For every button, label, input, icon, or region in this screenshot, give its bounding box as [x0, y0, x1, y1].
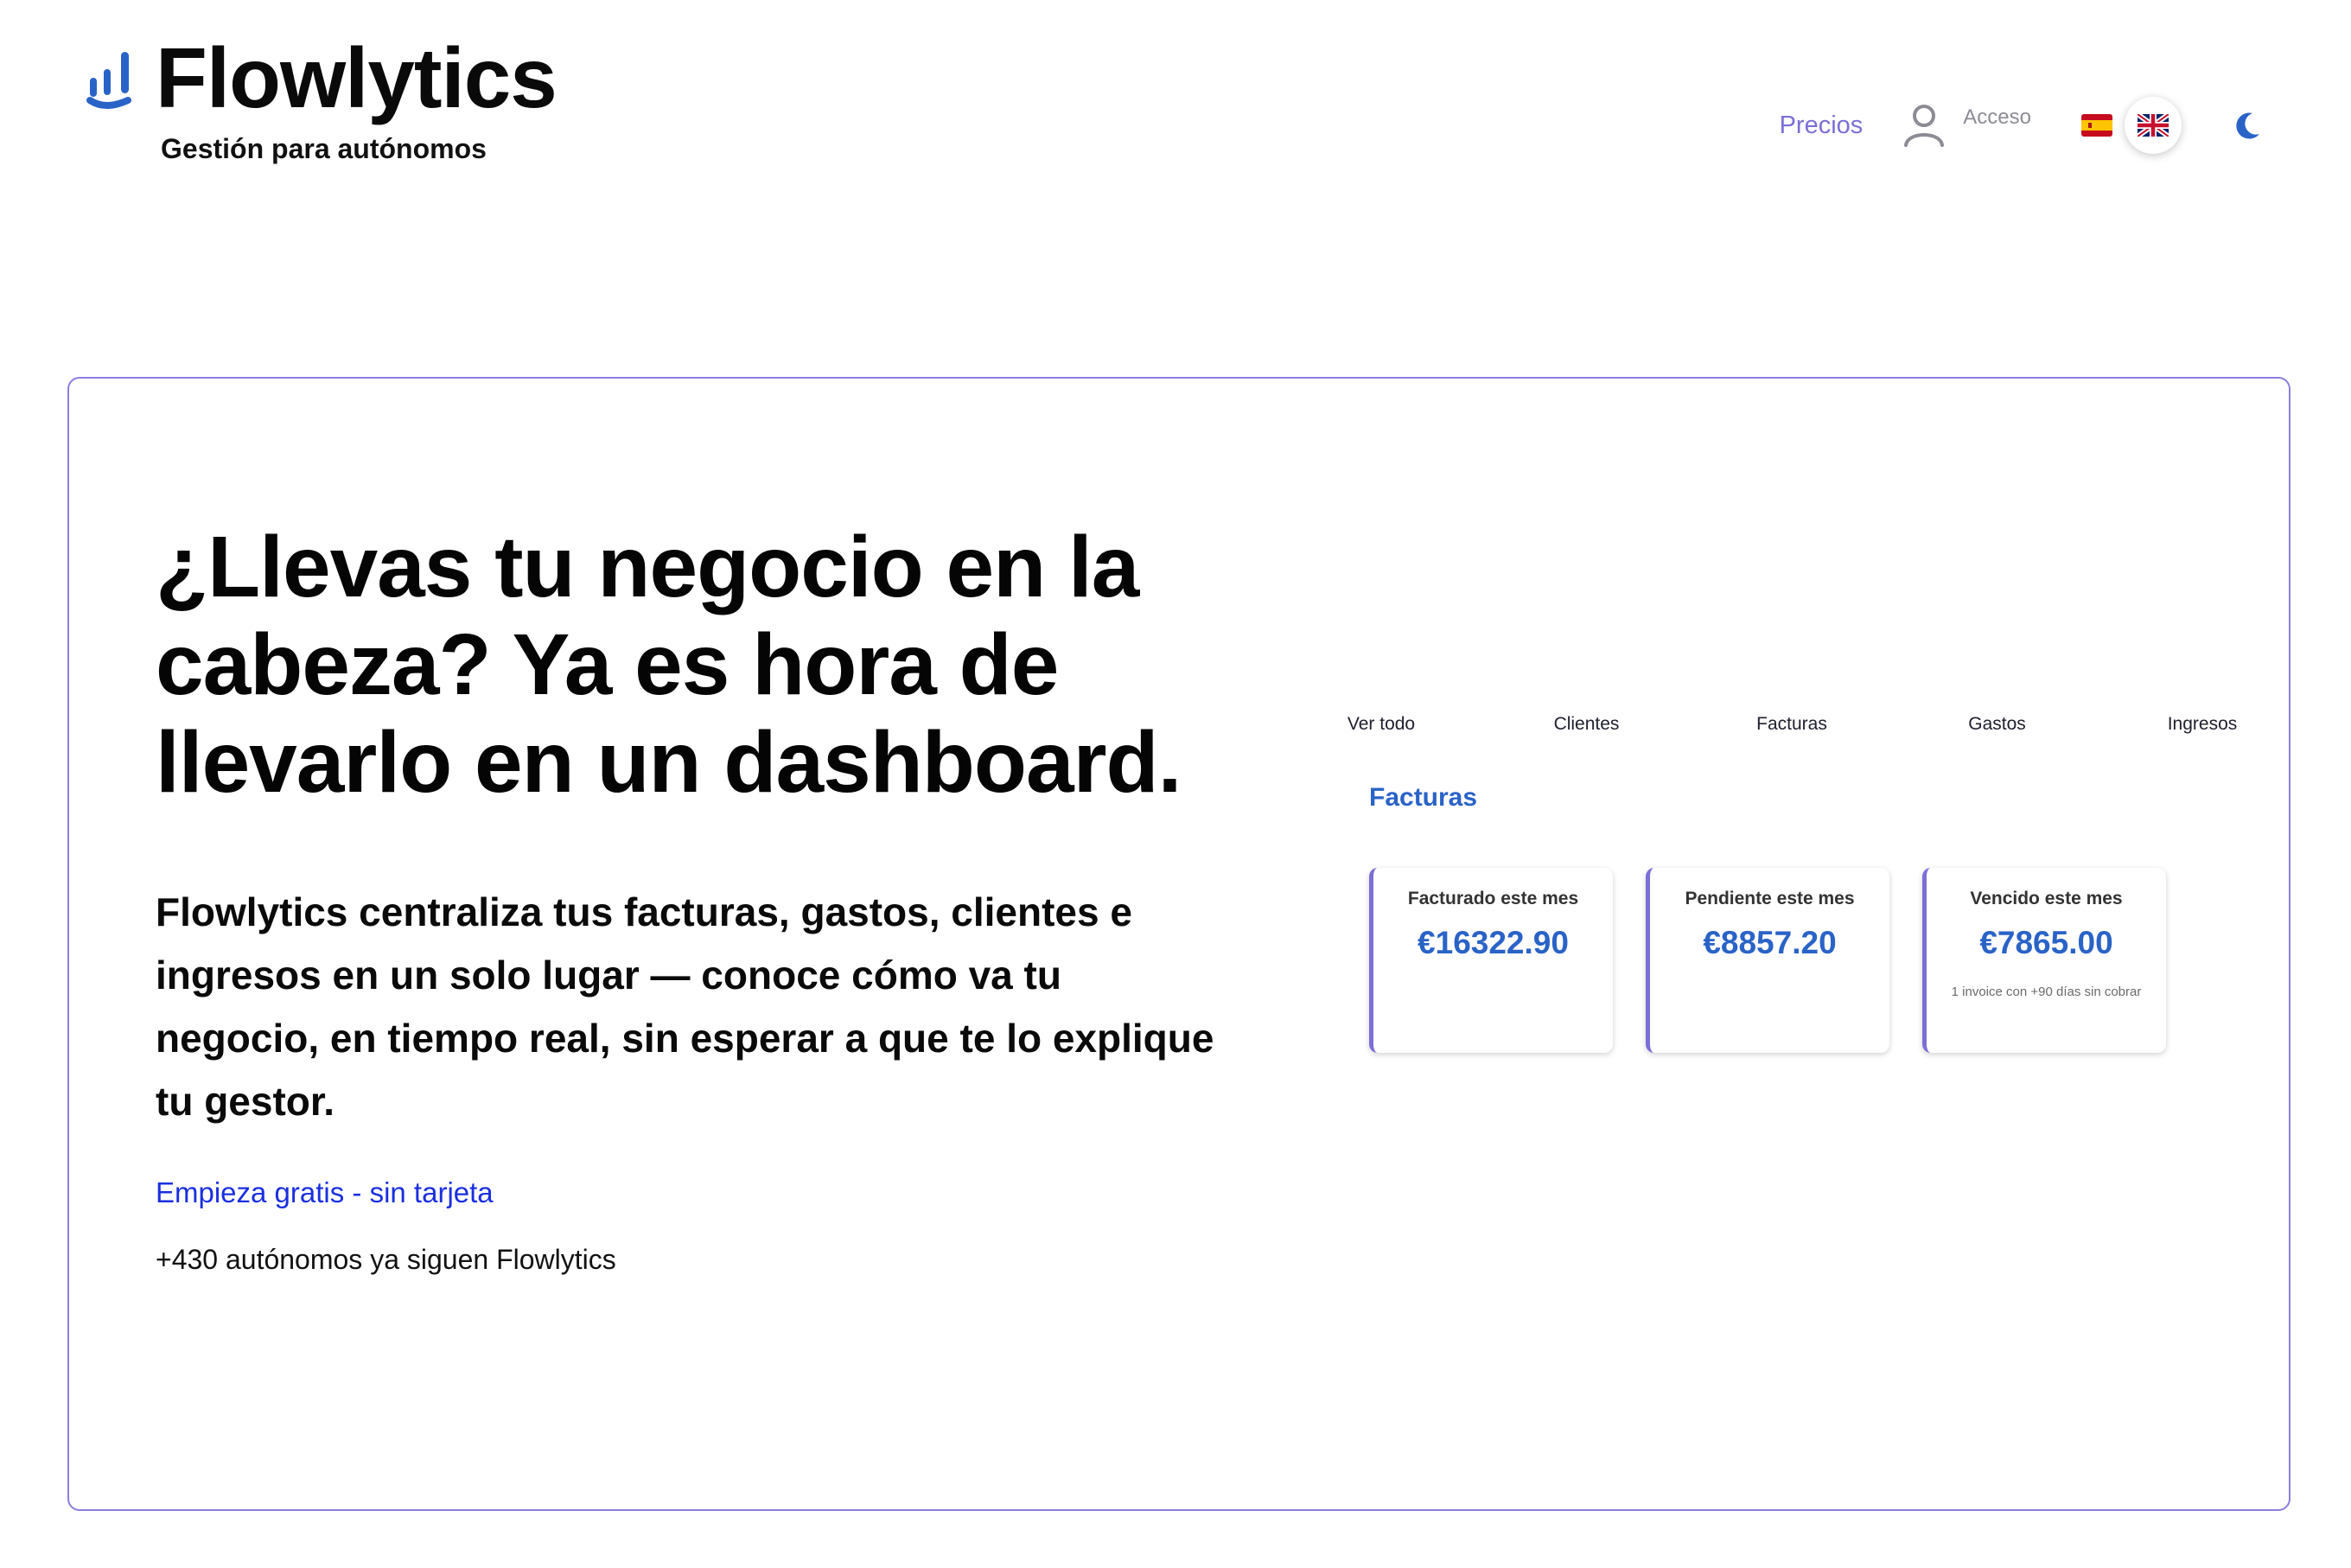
brand-tagline: Gestión para autónomos [161, 133, 487, 164]
stat-card-value: €8857.20 [1703, 925, 1837, 960]
language-switcher [2081, 97, 2182, 154]
tab-invoices[interactable]: Facturas [1714, 714, 1870, 735]
login-button[interactable]: Acceso [1901, 102, 2031, 149]
nav-link-pricing[interactable]: Precios [1780, 112, 1864, 140]
stat-card-label: Pendiente este mes [1685, 889, 1855, 908]
stat-cards: Facturado este mes €16322.90 Pendiente e… [1369, 868, 2280, 1053]
brand-name: Flowlytics [156, 30, 557, 125]
stat-card-label: Vencido este mes [1970, 889, 2123, 908]
dashboard-preview: Ver todo Clientes Facturas Gastos Ingres… [1303, 714, 2280, 1053]
tab-expenses[interactable]: Gastos [1920, 714, 2075, 735]
main-nav: Precios Acceso [1780, 86, 2265, 164]
spain-flag-icon[interactable] [2081, 114, 2112, 137]
moon-icon[interactable] [2230, 108, 2265, 143]
hero-headline: ¿Llevas tu negocio en la cabeza? Ya es h… [156, 519, 1182, 811]
section-title: Facturas [1369, 783, 1478, 812]
stat-card-pending: Pendiente este mes €8857.20 [1646, 868, 1889, 1053]
language-option-en[interactable] [2125, 97, 2182, 154]
tab-clients[interactable]: Clientes [1509, 714, 1665, 735]
tab-income[interactable]: Ingresos [2125, 714, 2280, 735]
hero-subhead: Flowlytics centraliza tus facturas, gast… [156, 889, 1214, 1124]
stat-card-overdue: Vencido este mes €7865.00 1 invoice con … [1922, 868, 2166, 1053]
tab-all[interactable]: Ver todo [1303, 714, 1459, 735]
stat-card-value: €16322.90 [1418, 925, 1569, 960]
logo[interactable]: Flowlytics Gestión para autónomos [86, 30, 557, 166]
user-icon [1904, 105, 1945, 147]
site-header: Flowlytics Gestión para autónomos Precio… [0, 0, 2351, 190]
stat-card-label: Facturado este mes [1407, 889, 1579, 908]
hero-card: ¿Llevas tu negocio en la cabeza? Ya es h… [67, 377, 2290, 1511]
dashboard-tabs: Ver todo Clientes Facturas Gastos Ingres… [1303, 714, 2280, 735]
stat-card-value: €7865.00 [1979, 925, 2113, 960]
hero-content: ¿Llevas tu negocio en la cabeza? Ya es h… [156, 519, 1279, 1276]
start-free-link[interactable]: Empieza gratis - sin tarjeta [156, 1176, 494, 1209]
login-label: Acceso [1963, 105, 2031, 129]
stat-card-note: 1 invoice con +90 días sin cobrar [1951, 985, 2142, 999]
stat-card-billed: Facturado este mes €16322.90 [1369, 868, 1613, 1053]
uk-flag-icon [2138, 114, 2169, 137]
bar-chart-logo-icon [86, 52, 131, 109]
social-proof-text: +430 autónomos ya siguen Flowlytics [156, 1244, 616, 1275]
